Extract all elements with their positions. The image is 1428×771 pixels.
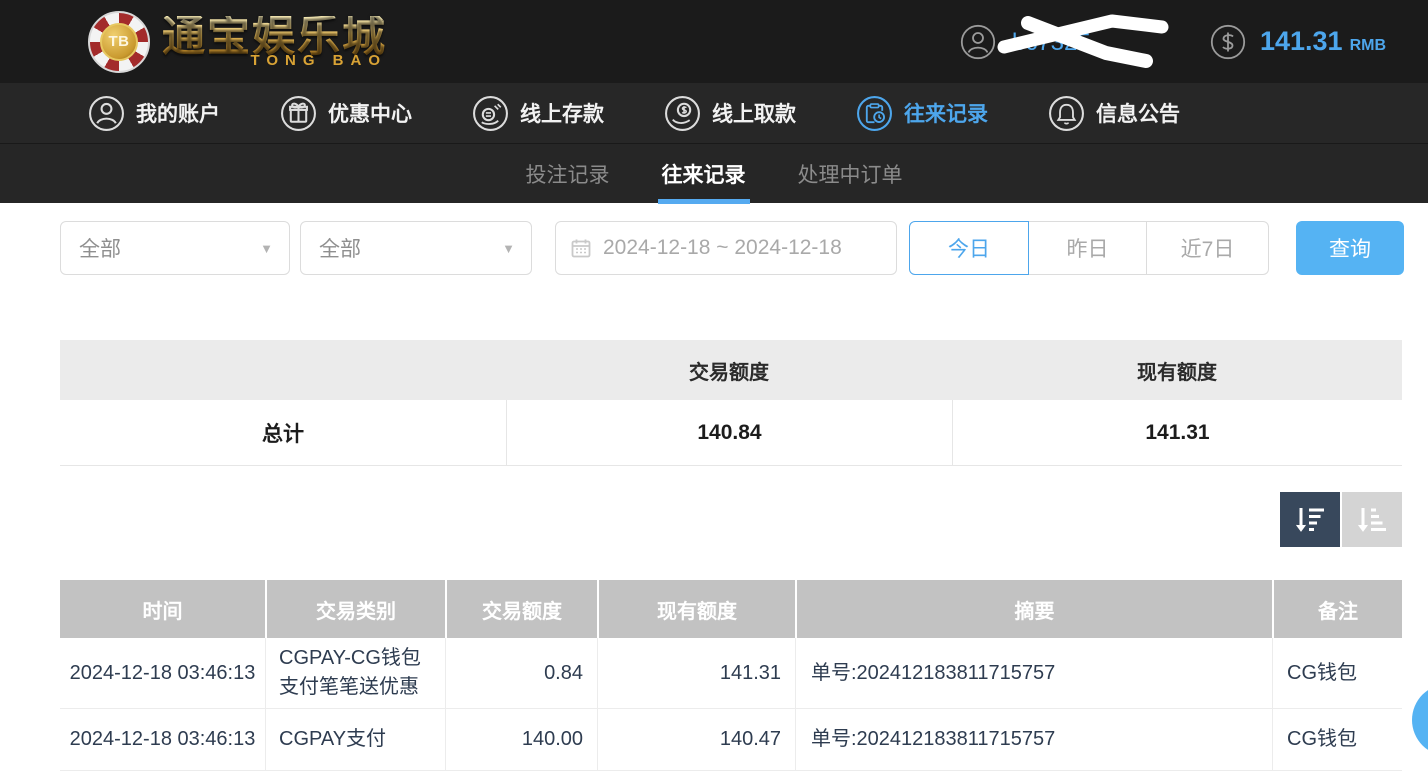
records-table: 时间 交易类别 交易额度 现有额度 摘要 备注 2024-12-18 03:46… (60, 580, 1402, 771)
cell-type: CGPAY支付 (265, 709, 445, 770)
balance-currency: RMB (1350, 37, 1386, 55)
dollar-icon (1210, 24, 1246, 60)
filter-bar: 全部 ▼ 全部 ▼ 2024-12-18 ~ 2024-12-18 今日 昨日 … (60, 221, 1404, 275)
bell-icon (1048, 95, 1085, 132)
col-header-amount: 交易额度 (445, 580, 597, 638)
table-row: 2024-12-18 03:46:13 CGPAY支付 140.00 140.4… (60, 709, 1402, 771)
balance-amount: 141.31 (1260, 26, 1343, 57)
col-header-type: 交易类别 (265, 580, 445, 638)
summary-total-row: 总计 140.84 141.31 (60, 400, 1402, 466)
summary-header-transaction: 交易额度 (506, 340, 952, 400)
nav-item-announcements[interactable]: 信息公告 (1048, 95, 1180, 132)
yesterday-button[interactable]: 昨日 (1029, 221, 1147, 275)
tab-transaction-records[interactable]: 往来记录 (660, 144, 748, 204)
balance-display[interactable]: 141.31 RMB (1210, 24, 1386, 60)
chevron-down-icon: ▼ (502, 241, 515, 256)
search-button[interactable]: 查询 (1296, 221, 1404, 275)
col-header-summary: 摘要 (795, 580, 1272, 638)
cell-summary: 单号:202412183811715757 (795, 709, 1272, 770)
nav-item-my-account[interactable]: 我的账户 (88, 95, 220, 132)
sort-desc-icon (1294, 506, 1326, 534)
col-header-balance: 现有额度 (597, 580, 795, 638)
summary-header-row: 交易额度 现有额度 (60, 340, 1402, 400)
tab-pending-orders[interactable]: 处理中订单 (796, 144, 905, 204)
sort-ascending-button[interactable] (1342, 492, 1402, 547)
summary-table: 交易额度 现有额度 总计 140.84 141.31 (60, 340, 1402, 466)
cell-balance: 140.47 (597, 709, 795, 770)
record-tabs: 投注记录 往来记录 处理中订单 (0, 143, 1428, 203)
account-info[interactable]: bc7325 (960, 19, 1158, 65)
category-dropdown[interactable]: 全部 ▼ (300, 221, 532, 275)
nav-item-records[interactable]: 往来记录 (856, 95, 988, 132)
table-row: 2024-12-18 03:46:13 CGPAY-CG钱包支付笔笔送优惠 0.… (60, 638, 1402, 709)
cell-amount: 0.84 (445, 638, 597, 708)
user-icon (960, 24, 996, 60)
user-icon (88, 95, 125, 132)
type-dropdown[interactable]: 全部 ▼ (60, 221, 290, 275)
cell-type: CGPAY-CG钱包支付笔笔送优惠 (265, 638, 445, 708)
cell-time: 2024-12-18 03:46:13 (60, 709, 265, 770)
top-header: TB 通宝娱乐城 TONG BAO bc7325 (0, 0, 1428, 83)
floating-action-button[interactable] (1412, 684, 1428, 756)
summary-total-label: 总计 (60, 400, 506, 465)
col-header-note: 备注 (1272, 580, 1402, 638)
cell-note: CG钱包 (1272, 709, 1402, 770)
deposit-icon (472, 95, 509, 132)
withdraw-icon (664, 95, 701, 132)
cell-time: 2024-12-18 03:46:13 (60, 638, 265, 708)
nav-item-promotions[interactable]: 优惠中心 (280, 95, 412, 132)
tab-betting-records[interactable]: 投注记录 (524, 144, 612, 204)
last7days-button[interactable]: 近7日 (1147, 221, 1269, 275)
brand-logo[interactable]: TB 通宝娱乐城 TONG BAO (88, 11, 387, 73)
col-header-time: 时间 (60, 580, 265, 638)
quick-date-group: 今日 昨日 近7日 (909, 221, 1269, 275)
summary-header-balance: 现有额度 (952, 340, 1402, 400)
today-button[interactable]: 今日 (909, 221, 1029, 275)
gift-icon (280, 95, 317, 132)
summary-header-empty (60, 340, 506, 400)
nav-item-deposit[interactable]: 线上存款 (472, 95, 604, 132)
chip-monogram: TB (100, 23, 138, 61)
main-nav: 我的账户 优惠中心 线上存款 线上取款 (0, 83, 1428, 143)
cell-summary: 单号:202412183811715757 (795, 638, 1272, 708)
records-icon (856, 95, 893, 132)
sort-asc-icon (1356, 506, 1388, 534)
cell-balance: 141.31 (597, 638, 795, 708)
date-range-input[interactable]: 2024-12-18 ~ 2024-12-18 (555, 221, 897, 275)
redaction-scribble (994, 13, 1172, 71)
records-header-row: 时间 交易类别 交易额度 现有额度 摘要 备注 (60, 580, 1402, 638)
nav-item-withdraw[interactable]: 线上取款 (664, 95, 796, 132)
date-range-value: 2024-12-18 ~ 2024-12-18 (603, 236, 842, 260)
poker-chip-icon: TB (88, 11, 150, 73)
cell-note: CG钱包 (1272, 638, 1402, 708)
summary-total-transaction: 140.84 (506, 400, 952, 465)
summary-total-balance: 141.31 (952, 400, 1402, 465)
cell-amount: 140.00 (445, 709, 597, 770)
sort-descending-button[interactable] (1280, 492, 1340, 547)
calendar-icon (570, 237, 592, 259)
sort-controls (1280, 492, 1402, 547)
chevron-down-icon: ▼ (260, 241, 273, 256)
